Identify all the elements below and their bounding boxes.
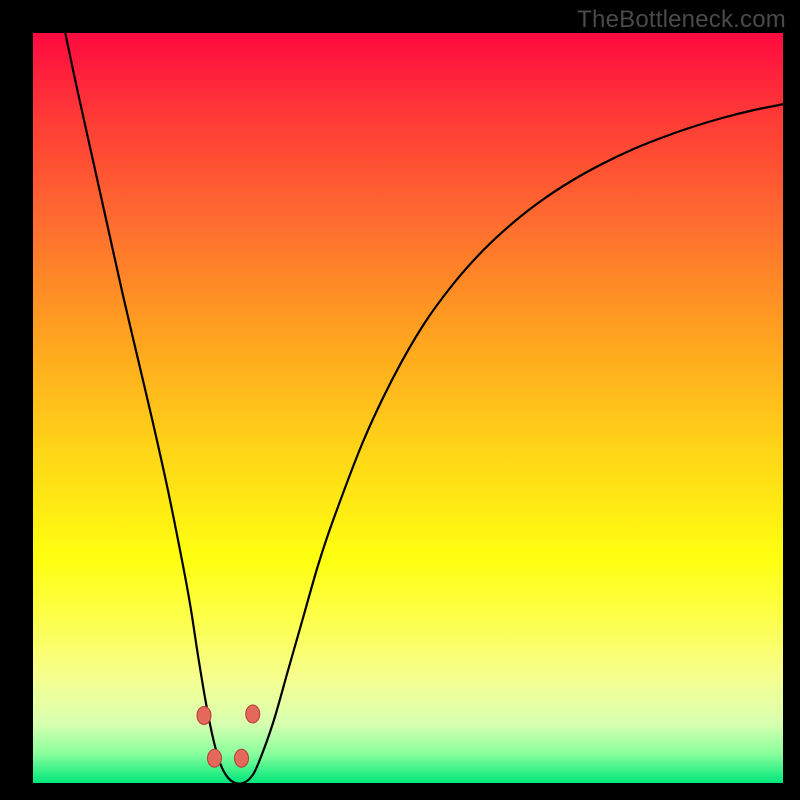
curve-markers <box>197 705 260 767</box>
curve-marker <box>235 749 249 767</box>
watermark-text: TheBottleneck.com <box>577 6 786 34</box>
curve-marker <box>246 705 260 723</box>
plot-area <box>33 33 783 783</box>
plot-svg <box>33 33 783 783</box>
bottleneck-curve <box>65 33 783 783</box>
chart-frame: TheBottleneck.com <box>0 0 800 800</box>
curve-marker <box>197 707 211 725</box>
curve-marker <box>208 749 222 767</box>
